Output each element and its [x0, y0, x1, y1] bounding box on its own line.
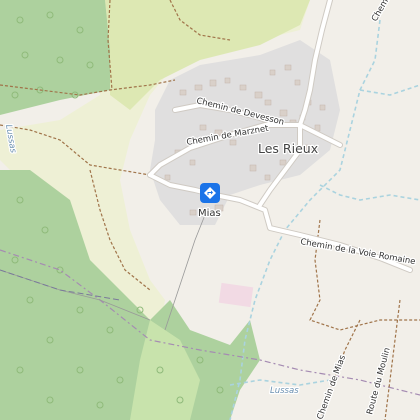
place-label: Les Rieux: [258, 141, 318, 156]
map-view[interactable]: Chemin de Devesson Chemin de Marznet Che…: [0, 0, 420, 420]
poi-label: Mias: [198, 208, 221, 219]
map-canvas[interactable]: Chemin de Devesson Chemin de Marznet Che…: [0, 0, 420, 420]
waterway-label-lussas-bottom: Lussas: [270, 386, 299, 396]
poi-marker[interactable]: Mias: [197, 183, 222, 220]
